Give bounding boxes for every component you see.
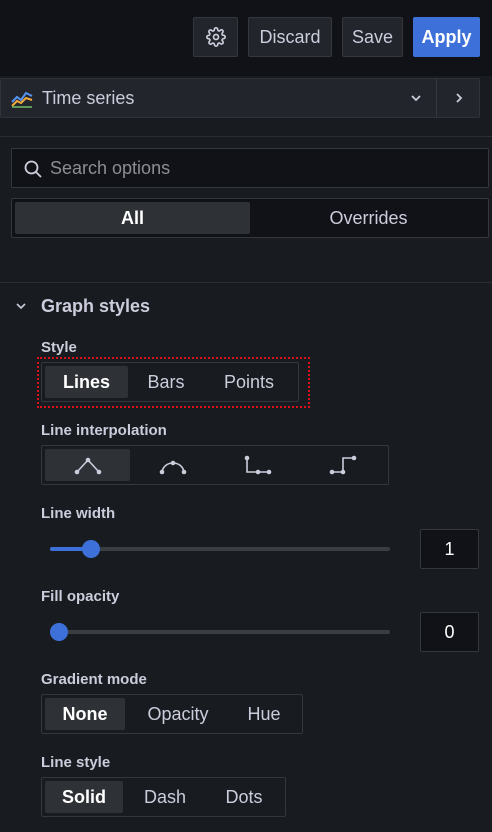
step-after-icon [329, 455, 356, 475]
smooth-icon [159, 460, 187, 475]
search-icon [24, 160, 42, 178]
line-style-label: Line style [41, 754, 111, 771]
highlight-annotation [37, 357, 310, 408]
divider [0, 282, 492, 283]
gradient-option-none[interactable]: None [45, 698, 125, 730]
interpolation-linear-button[interactable] [45, 449, 130, 481]
graph-styles-title: Graph styles [41, 295, 151, 316]
line-width-label: Line width [41, 505, 116, 522]
tab-overrides[interactable]: Overrides [252, 202, 485, 234]
fill-opacity-slider[interactable] [50, 623, 390, 641]
interpolation-step-before-button[interactable] [216, 449, 300, 481]
divider [0, 136, 492, 137]
graph-styles-header[interactable]: Graph styles [14, 295, 150, 317]
tab-all[interactable]: All [15, 202, 250, 234]
line-style-option-dash[interactable]: Dash [126, 781, 204, 813]
line-style-option-solid[interactable]: Solid [45, 781, 123, 813]
chevron-down-icon [16, 303, 26, 310]
divider [436, 79, 437, 117]
gradient-option-opacity[interactable]: Opacity [130, 698, 226, 730]
line-interpolation-label: Line interpolation [41, 422, 167, 439]
search-options-input[interactable] [48, 149, 478, 187]
discard-button[interactable]: Discard [248, 17, 332, 57]
chevron-right-icon[interactable] [450, 89, 468, 107]
line-style-option-dots[interactable]: Dots [205, 781, 283, 813]
visualization-name: Time series [42, 88, 135, 108]
line-width-input[interactable]: 1 [420, 529, 479, 569]
slider-handle[interactable] [82, 540, 101, 558]
linear-icon [74, 457, 101, 475]
line-style-radio-group: Solid Dash Dots [41, 777, 286, 817]
search-options-field[interactable] [11, 148, 489, 188]
gradient-option-hue[interactable]: Hue [230, 698, 298, 730]
slider-handle[interactable] [50, 623, 68, 641]
line-width-slider[interactable] [50, 540, 390, 558]
fill-opacity-label: Fill opacity [41, 588, 120, 605]
panel-edit-toolbar: Discard Save Apply [0, 0, 492, 76]
time-series-icon [11, 91, 33, 108]
fill-opacity-input[interactable]: 0 [420, 612, 479, 652]
interpolation-smooth-button[interactable] [131, 449, 215, 481]
gear-icon [205, 27, 226, 47]
settings-button[interactable] [193, 17, 238, 57]
line-interpolation-radio-group [41, 445, 389, 485]
step-before-icon [244, 455, 272, 475]
gradient-mode-radio-group: None Opacity Hue [41, 694, 303, 734]
apply-button[interactable]: Apply [413, 17, 480, 57]
visualization-picker[interactable]: Time series [0, 78, 480, 118]
interpolation-step-after-button[interactable] [300, 449, 385, 481]
save-button[interactable]: Save [342, 17, 403, 57]
chevron-down-icon[interactable] [407, 89, 425, 107]
options-tabs: All Overrides [11, 198, 489, 238]
gradient-mode-label: Gradient mode [41, 671, 147, 688]
style-label: Style [41, 339, 77, 356]
